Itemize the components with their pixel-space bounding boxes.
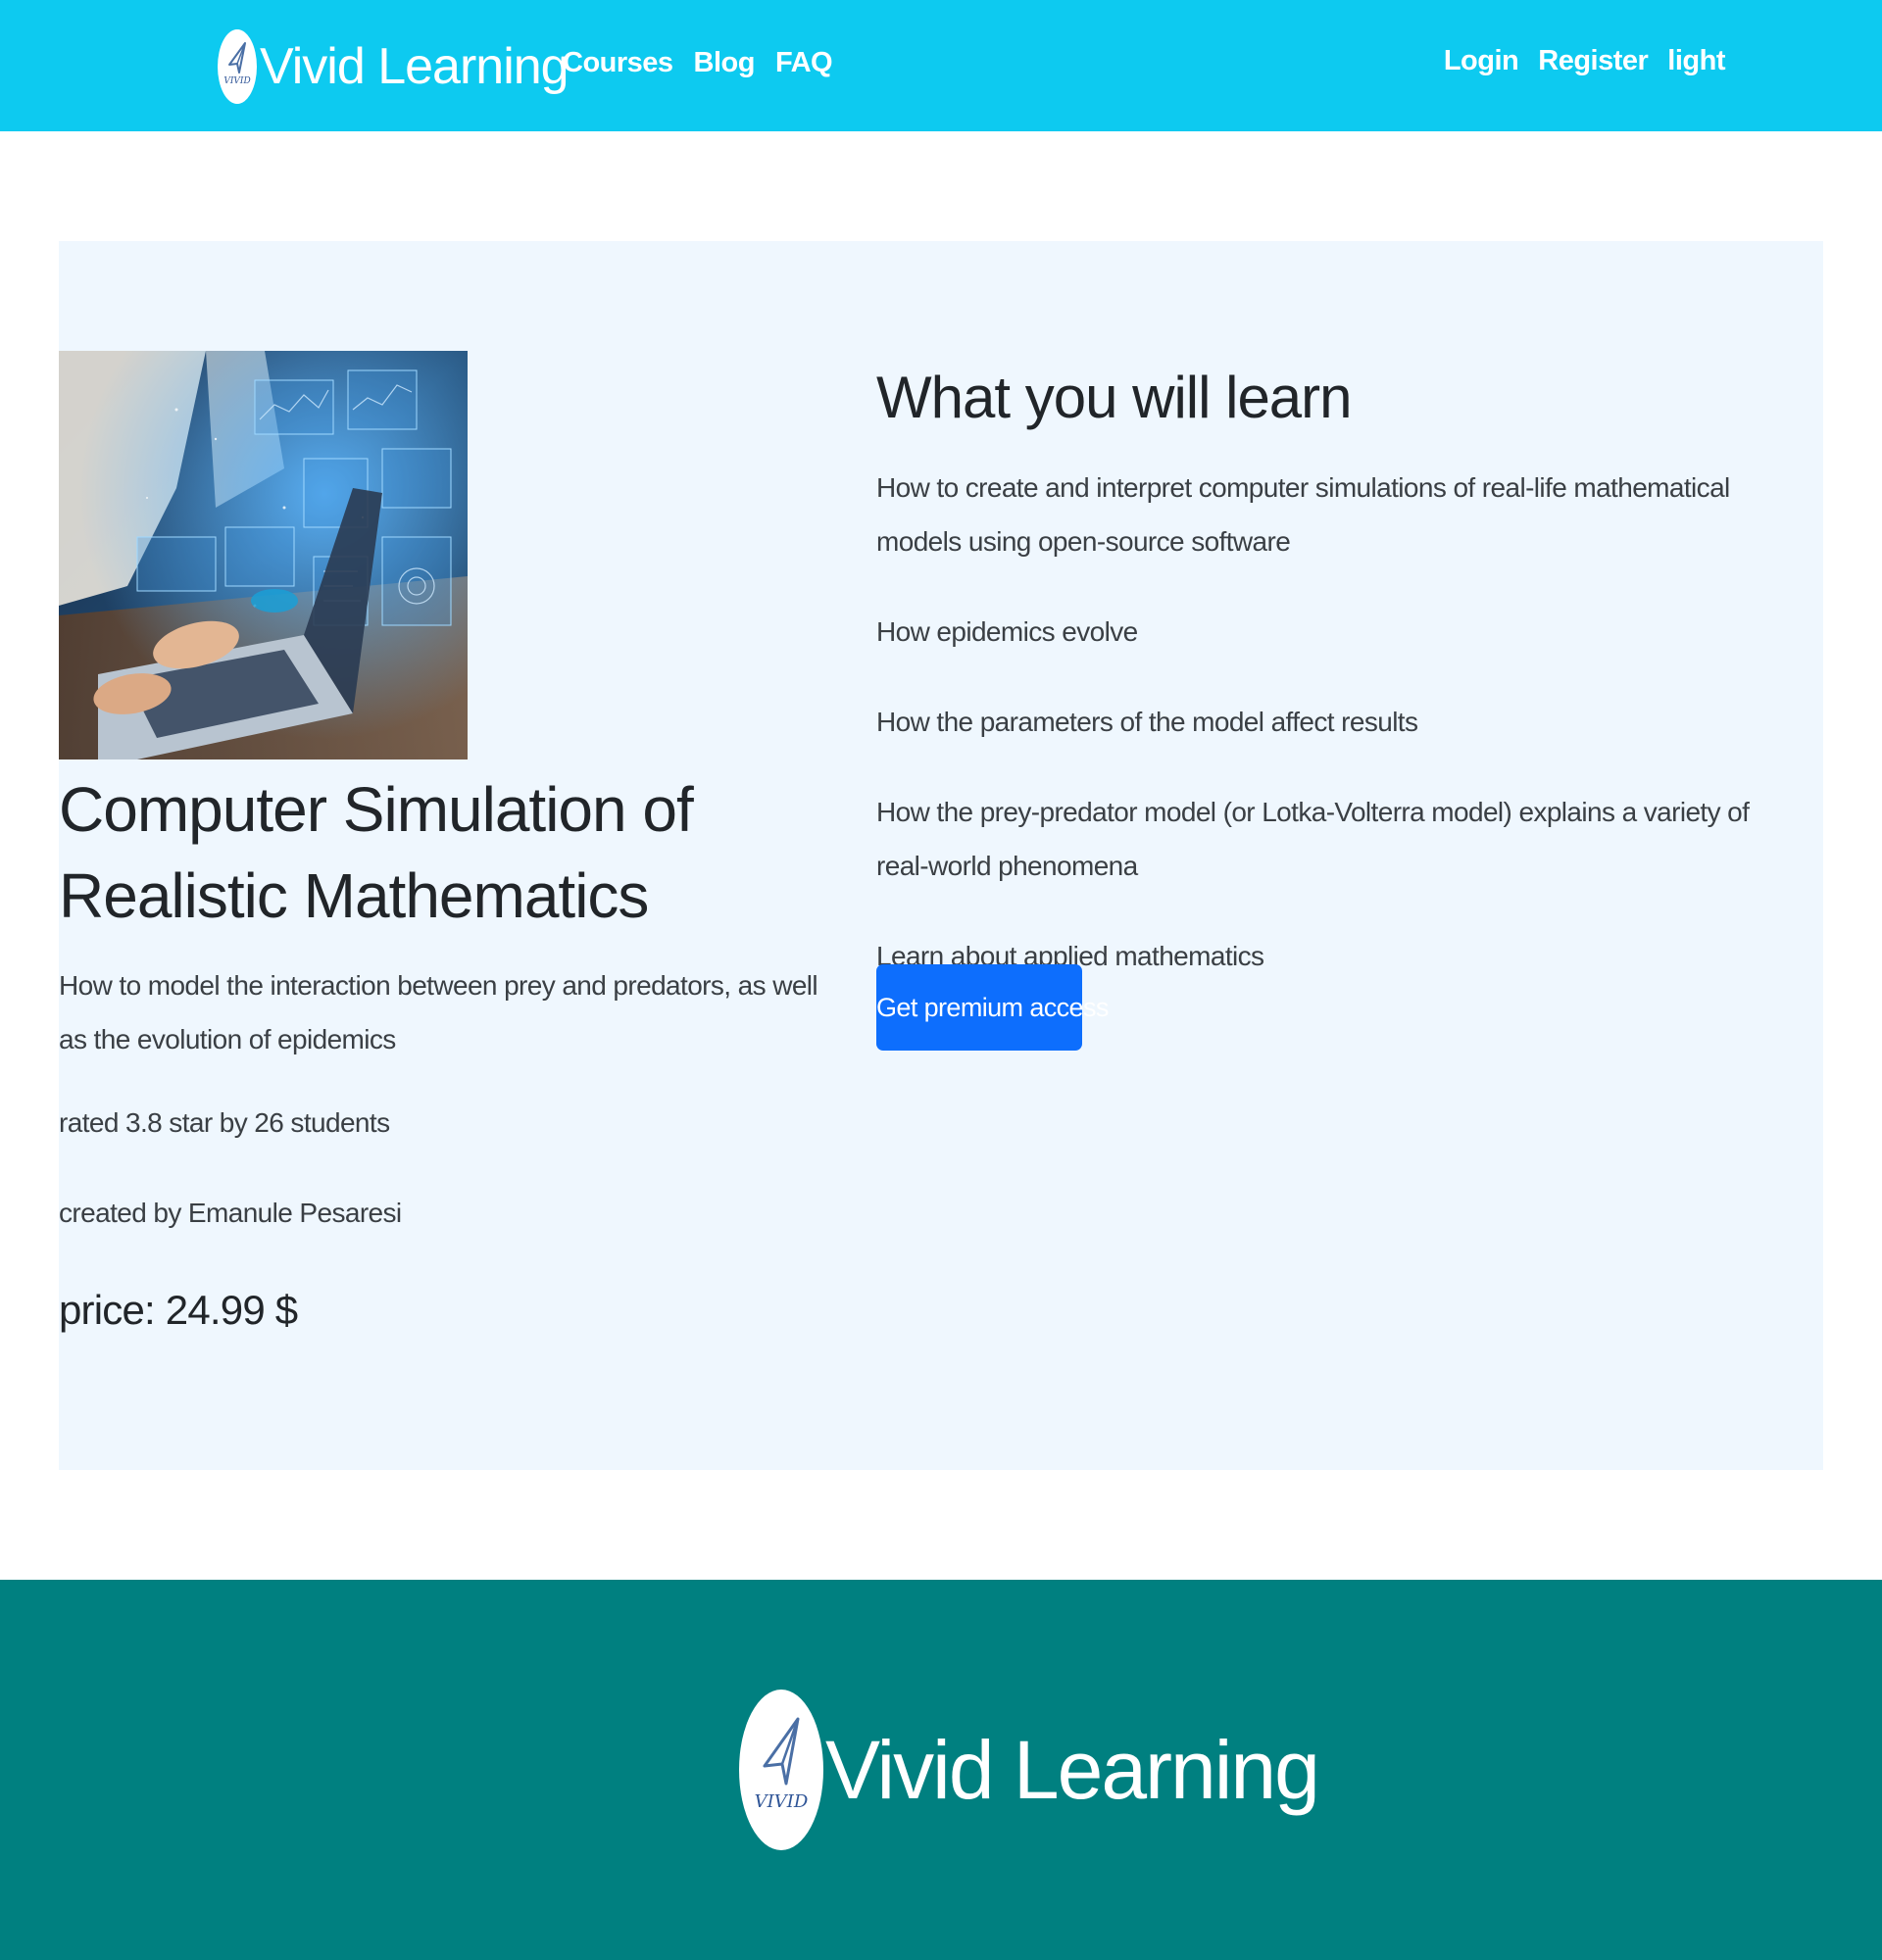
course-card: Computer Simulation of Realistic Mathema…	[59, 241, 1823, 1470]
nav-courses[interactable]: Courses	[563, 47, 673, 79]
learn-heading: What you will learn	[876, 365, 1353, 430]
navbar: VIVID Vivid Learning Courses Blog FAQ Lo…	[0, 0, 1882, 131]
course-image	[59, 351, 468, 760]
auth-nav: Login Register light	[1444, 45, 1726, 77]
learn-item: How to create and interpret computer sim…	[876, 472, 1730, 557]
footer-brand: VIVID Vivid Learning	[739, 1690, 1320, 1850]
footer-brand-name: Vivid Learning	[825, 1724, 1320, 1816]
brand-name: Vivid Learning	[260, 38, 570, 95]
learn-item: How epidemics evolve	[876, 616, 1138, 647]
course-rating: rated 3.8 star by 26 students	[59, 1107, 390, 1138]
main-nav: Courses Blog FAQ	[563, 47, 833, 79]
theme-toggle[interactable]: light	[1667, 45, 1725, 77]
get-premium-access-button[interactable]: Get premium access	[876, 964, 1109, 1051]
nav-blog[interactable]: Blog	[694, 47, 756, 79]
nav-register[interactable]: Register	[1538, 45, 1649, 77]
course-title: Computer Simulation of Realistic Mathema…	[59, 774, 694, 931]
course-description: How to model the interaction between pre…	[59, 970, 818, 1054]
logo-text: VIVID	[223, 76, 250, 86]
learn-item: How the parameters of the model affect r…	[876, 707, 1418, 737]
course-price: price: 24.99 $	[59, 1287, 298, 1333]
nav-faq[interactable]: FAQ	[775, 47, 833, 79]
learn-item: How the prey-predator model (or Lotka-Vo…	[876, 797, 1750, 881]
logo-text: VIVID	[755, 1791, 809, 1812]
vivid-logo-icon: VIVID	[739, 1690, 823, 1850]
brand-link[interactable]: VIVID Vivid Learning	[218, 29, 570, 104]
learn-list: How to create and interpret computer sim…	[876, 461, 1778, 1019]
vivid-logo-icon: VIVID	[218, 29, 257, 104]
nav-login[interactable]: Login	[1444, 45, 1519, 77]
footer: VIVID Vivid Learning	[0, 1580, 1882, 1960]
course-author: created by Emanule Pesaresi	[59, 1198, 402, 1228]
